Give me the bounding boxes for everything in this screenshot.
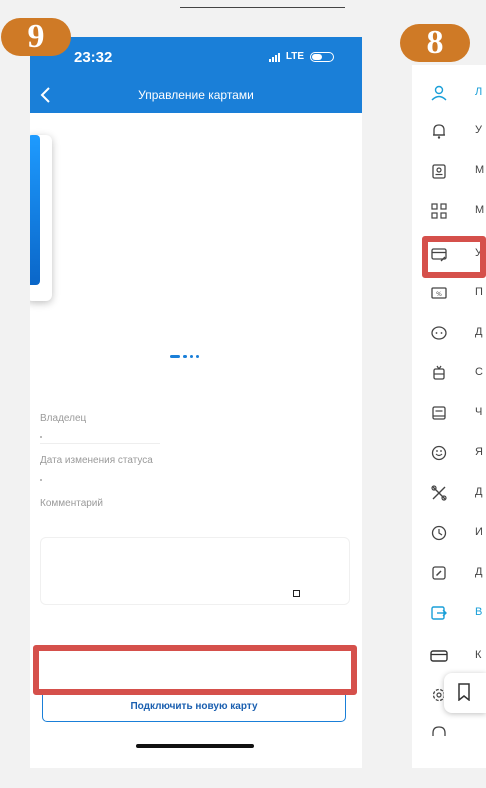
menu-item[interactable]: У [412, 113, 486, 149]
bell-icon [433, 124, 445, 139]
home-indicator [136, 744, 254, 748]
bookmark-button[interactable] [444, 673, 486, 713]
menu-item-label: Я [475, 446, 483, 458]
comment-label: Комментарий [40, 498, 103, 509]
menu-item[interactable]: К [412, 638, 486, 674]
menu-item[interactable]: И [412, 515, 486, 551]
trolleybus-icon [433, 365, 445, 380]
comment-field[interactable] [40, 537, 350, 605]
book-icon [432, 406, 446, 420]
discount-card-icon: % [431, 287, 447, 299]
menu-item-label: С [475, 366, 483, 378]
menu-item-label: Д [475, 486, 483, 498]
network-type: LTE [285, 51, 304, 62]
menu-item-label: К [475, 649, 482, 661]
logout-icon [431, 606, 447, 620]
menu-item[interactable]: М [412, 153, 486, 189]
card-icon [430, 650, 448, 662]
qr-code-icon [431, 203, 447, 219]
step-badge-8: 8 [400, 24, 470, 62]
bank-card-image [30, 135, 40, 285]
status-date-value [40, 479, 42, 481]
connect-button-highlight [33, 645, 357, 695]
status-time: 23:32 [74, 49, 113, 66]
status-indicators: LTE [268, 51, 334, 62]
face-icon [431, 326, 447, 340]
menu-item[interactable]: Д [412, 555, 486, 591]
tools-icon [431, 485, 447, 501]
status-date-label: Дата изменения статуса [40, 455, 153, 466]
menu-item[interactable]: Д [412, 475, 486, 511]
checkbox-icon[interactable] [293, 590, 300, 597]
menu-item-label: Л [475, 86, 483, 98]
menu-item-label: И [475, 526, 483, 538]
history-icon [431, 525, 447, 541]
menu-item[interactable]: С [412, 355, 486, 391]
support-icon [432, 726, 446, 736]
profile-icon [431, 85, 447, 101]
menu-item[interactable]: М [412, 193, 486, 229]
id-badge-icon [432, 164, 446, 179]
signal-icon [268, 52, 280, 62]
bookmark-icon [458, 683, 470, 701]
menu-item-highlight [422, 236, 486, 278]
menu-item[interactable]: Ч [412, 395, 486, 431]
owner-label: Владелец [40, 413, 87, 424]
menu-item[interactable]: % П [412, 275, 486, 311]
owner-value [40, 436, 42, 438]
menu-item[interactable]: Д [412, 315, 486, 351]
menu-item-label: Д [475, 326, 483, 338]
loading-indicator [170, 355, 199, 358]
side-menu-screen: Л У М М У% П Д С Ч Я Д И Д В К [412, 65, 486, 768]
battery-icon [310, 51, 334, 62]
menu-item-label: Д [475, 566, 483, 578]
menu-item-label: П [475, 286, 483, 298]
menu-item-label: В [475, 606, 483, 618]
menu-item[interactable]: В [412, 595, 486, 631]
edit-square-icon [432, 566, 446, 580]
menu-item-label: М [475, 204, 485, 216]
owner-divider [40, 443, 160, 444]
menu-item[interactable]: Л [412, 75, 486, 111]
smile-icon [431, 445, 447, 461]
status-bar: 23:32 LTE [30, 37, 362, 79]
menu-item-label: У [475, 124, 482, 136]
step-badge-9: 9 [1, 18, 71, 56]
page-title: Управление картами [138, 88, 254, 102]
menu-item[interactable]: Я [412, 435, 486, 471]
svg-text:%: % [436, 291, 442, 298]
nav-bar: Управление картами [30, 79, 362, 113]
cropped-top-strip [0, 0, 486, 14]
menu-item-label: М [475, 164, 485, 176]
menu-item-label: Ч [475, 406, 483, 418]
bank-card-carousel[interactable] [30, 135, 52, 301]
menu-item[interactable] [412, 715, 486, 751]
cropped-underline [180, 7, 345, 8]
